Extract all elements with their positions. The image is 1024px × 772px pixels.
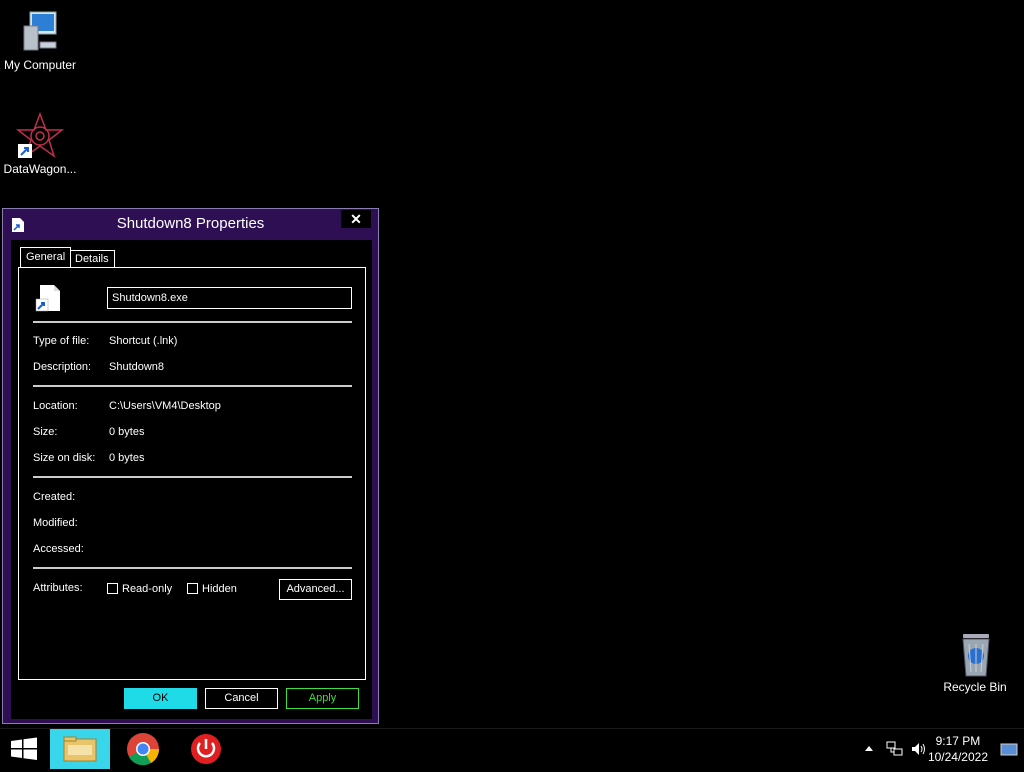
computer-icon <box>23 11 57 51</box>
hidden-label[interactable]: Hidden <box>202 583 237 595</box>
taskbar: 9:17 PM 10/24/2022 <box>0 728 1024 769</box>
description-label: Description: <box>33 361 92 373</box>
show-desktop-button[interactable] <box>994 729 1024 769</box>
tab-details[interactable]: Details <box>69 250 115 267</box>
desktop-icon-label: Recycle Bin <box>943 680 1007 694</box>
size-value: 0 bytes <box>109 426 145 438</box>
desktop-icon-label: My Computer <box>3 58 77 72</box>
created-label: Created: <box>33 491 76 503</box>
type-of-file-value: Shortcut (.lnk) <box>109 335 178 347</box>
windows-logo-icon <box>11 737 37 760</box>
separator <box>33 321 352 323</box>
cancel-button[interactable]: Cancel <box>205 688 278 709</box>
desktop-preview-icon <box>1000 743 1018 756</box>
dialog-title: Shutdown8 Properties <box>116 215 265 232</box>
taskbar-shutdown-app[interactable] <box>176 729 236 769</box>
dialog-client: General Details Type of file: Shortcut (… <box>11 240 372 719</box>
taskbar-file-explorer[interactable] <box>50 729 110 769</box>
properties-dialog: Shutdown8 Properties ✕ General Details T… <box>2 208 379 724</box>
desktop-icon-recycle-bin[interactable]: Recycle Bin <box>935 630 1015 694</box>
separator <box>33 385 352 387</box>
desktop-icon-label: DataWagon... <box>3 162 77 176</box>
advanced-button[interactable]: Advanced... <box>279 579 352 600</box>
shutdown-app-icon <box>191 734 221 764</box>
location-value: C:\Users\VM4\Desktop <box>109 400 221 412</box>
desktop-icon-my-computer[interactable]: My Computer <box>0 8 80 72</box>
taskbar-chrome[interactable] <box>113 729 173 769</box>
title-bar[interactable]: Shutdown8 Properties ✕ <box>3 209 378 239</box>
size-on-disk-label: Size on disk: <box>33 452 96 464</box>
desktop-icon-datawagon[interactable]: DataWagon... <box>0 112 80 176</box>
readonly-checkbox[interactable] <box>107 583 118 594</box>
arrow-up-icon[interactable] <box>863 741 875 755</box>
size-label: Size: <box>33 426 58 438</box>
recycle-bin-icon <box>962 634 990 677</box>
separator <box>33 567 352 569</box>
datawagon-shortcut-icon <box>16 112 64 158</box>
hidden-checkbox[interactable] <box>187 583 198 594</box>
readonly-label[interactable]: Read-only <box>122 583 172 595</box>
file-explorer-icon <box>63 736 97 762</box>
apply-button[interactable]: Apply <box>286 688 359 709</box>
general-panel: Type of file: Shortcut (.lnk) Descriptio… <box>18 267 366 680</box>
separator <box>33 476 352 478</box>
system-clock[interactable]: 9:17 PM 10/24/2022 <box>928 733 988 765</box>
network-icon[interactable] <box>885 741 903 757</box>
type-of-file-label: Type of file: <box>33 335 90 347</box>
accessed-label: Accessed: <box>33 543 84 555</box>
ok-button[interactable]: OK <box>124 688 197 709</box>
location-label: Location: <box>33 400 78 412</box>
close-button[interactable]: ✕ <box>341 210 371 228</box>
description-value: Shutdown8 <box>109 361 165 373</box>
start-button[interactable] <box>0 729 48 769</box>
clock-time: 9:17 PM <box>935 734 981 748</box>
volume-icon[interactable] <box>910 741 928 757</box>
chrome-icon <box>127 733 160 766</box>
modified-label: Modified: <box>33 517 78 529</box>
attributes-label: Attributes: <box>33 582 83 594</box>
size-on-disk-value: 0 bytes <box>109 452 145 464</box>
tab-general[interactable]: General <box>20 247 72 267</box>
shortcut-file-icon <box>35 285 60 312</box>
file-name-input[interactable] <box>107 287 352 309</box>
clock-date: 10/24/2022 <box>927 750 988 764</box>
